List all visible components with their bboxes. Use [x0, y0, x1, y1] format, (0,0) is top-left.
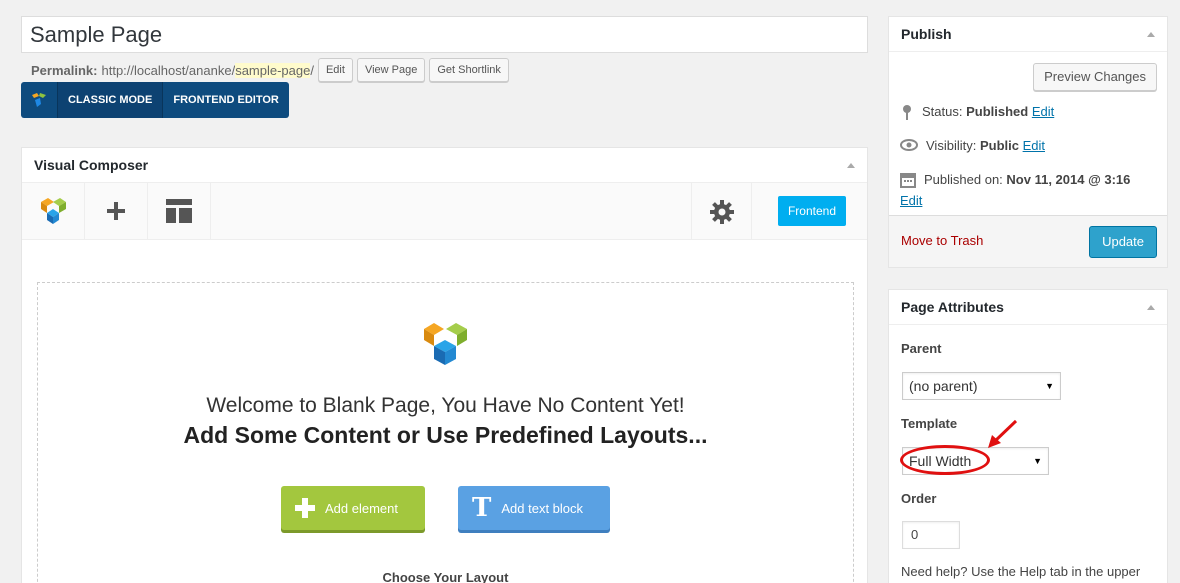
post-title-input[interactable]: Sample Page — [21, 16, 868, 53]
permalink-row: Permalink: http://localhost/ananke/ samp… — [31, 57, 509, 83]
visibility-text: Visibility: Public Edit — [926, 138, 1045, 153]
permalink-base: http://localhost/ananke/ — [101, 62, 236, 78]
publish-panel-header[interactable]: Publish — [889, 17, 1167, 52]
vc-logo-icon — [21, 82, 57, 118]
editor-mode-bar: CLASSIC MODE FRONTEND EDITOR — [21, 82, 289, 118]
eye-icon — [900, 139, 918, 151]
pin-icon — [903, 105, 911, 120]
collapse-icon[interactable] — [1147, 304, 1155, 310]
chevron-down-icon: ▼ — [1045, 381, 1054, 391]
visibility-value: Public — [979, 138, 1019, 153]
add-element-button[interactable]: Add element — [281, 486, 425, 530]
chevron-down-icon: ▼ — [1033, 456, 1042, 466]
vc-frontend-button[interactable]: Frontend — [777, 196, 846, 226]
welcome-heading: Welcome to Blank Page, You Have No Conte… — [206, 394, 685, 417]
vc-toolbar: Frontend — [22, 183, 867, 240]
parent-select-value: (no parent) — [909, 378, 978, 394]
choose-layout-label: Choose Your Layout — [370, 570, 521, 583]
visibility-row: Visibility: Public Edit — [900, 138, 1045, 153]
collapse-icon[interactable] — [847, 162, 855, 168]
plus-icon — [107, 202, 125, 220]
permalink-label: Permalink: — [31, 62, 98, 78]
frontend-editor-button[interactable]: FRONTEND EDITOR — [163, 82, 289, 118]
vc-logo-button[interactable] — [22, 183, 85, 239]
view-page-button[interactable]: View Page — [356, 58, 426, 82]
published-on-label: Published on: — [924, 172, 1003, 187]
annotation-circle — [900, 445, 990, 475]
vc-panel-title: Visual Composer — [34, 157, 149, 173]
publish-panel-title: Publish — [901, 26, 952, 42]
calendar-icon — [900, 173, 916, 188]
visual-composer-panel: Visual Composer Frontend Welcome to Blan… — [21, 147, 868, 583]
published-on-row: Published on: Nov 11, 2014 @ 3:16 — [900, 172, 1130, 188]
vc-cube-logo-icon — [424, 323, 467, 365]
edit-permalink-button[interactable]: Edit — [317, 58, 353, 82]
published-on-value: Nov 11, 2014 @ 3:16 — [1006, 172, 1131, 187]
plus-icon — [295, 498, 315, 518]
permalink-tail: / — [310, 62, 314, 78]
template-label: Template — [901, 416, 958, 431]
order-label: Order — [901, 491, 937, 506]
add-text-block-button[interactable]: T Add text block — [458, 486, 610, 530]
templates-toolbar-button[interactable] — [148, 183, 211, 239]
edit-status-link[interactable]: Edit — [1032, 104, 1054, 119]
collapse-icon[interactable] — [1147, 31, 1155, 37]
choose-layout-heading: Choose Your Layout — [38, 570, 853, 583]
parent-select[interactable]: (no parent) ▼ — [902, 372, 1061, 400]
status-row: Status: Published Edit — [900, 104, 1054, 120]
preview-changes-button[interactable]: Preview Changes — [1033, 63, 1157, 91]
annotation-arrow-icon — [988, 419, 1018, 448]
parent-label: Parent — [901, 341, 942, 356]
status-text: Status: Published Edit — [922, 104, 1054, 119]
edit-visibility-link[interactable]: Edit — [1023, 138, 1045, 153]
update-button[interactable]: Update — [1089, 226, 1157, 258]
page-attributes-panel: Page Attributes Parent (no parent) ▼ Tem… — [888, 289, 1168, 583]
classic-mode-button[interactable]: CLASSIC MODE — [57, 82, 164, 118]
permalink-slug[interactable]: sample-page — [235, 62, 311, 78]
help-text: Need help? Use the Help tab in the upper — [901, 564, 1141, 579]
welcome-subheading: Add Some Content or Use Predefined Layou… — [183, 422, 708, 448]
gear-icon — [709, 199, 734, 224]
layout-icon — [166, 199, 192, 223]
move-to-trash-link[interactable]: Move to Trash — [901, 233, 983, 248]
vc-empty-content-area: Welcome to Blank Page, You Have No Conte… — [37, 282, 854, 583]
publish-panel: Publish Preview Changes Status: Publishe… — [888, 16, 1168, 268]
text-t-icon: T — [472, 493, 492, 523]
published-on-text: Published on: Nov 11, 2014 @ 3:16 — [924, 172, 1130, 187]
get-shortlink-button[interactable]: Get Shortlink — [429, 58, 509, 82]
status-value: Published — [966, 104, 1029, 119]
vc-panel-header[interactable]: Visual Composer — [22, 148, 867, 183]
status-label: Status: — [922, 104, 963, 119]
add-element-toolbar-button[interactable] — [85, 183, 148, 239]
page-attributes-title: Page Attributes — [901, 299, 1004, 315]
page-attributes-header[interactable]: Page Attributes — [889, 290, 1167, 325]
visibility-label: Visibility: — [926, 138, 977, 153]
order-input[interactable]: 0 — [902, 521, 960, 549]
add-text-block-label: Add text block — [501, 500, 584, 516]
vc-cube-icon — [41, 198, 66, 224]
publish-actions: Move to Trash Update — [889, 215, 1167, 267]
settings-toolbar-button[interactable] — [691, 183, 752, 240]
add-element-label: Add element — [325, 500, 398, 516]
edit-date-link[interactable]: Edit — [900, 193, 922, 208]
